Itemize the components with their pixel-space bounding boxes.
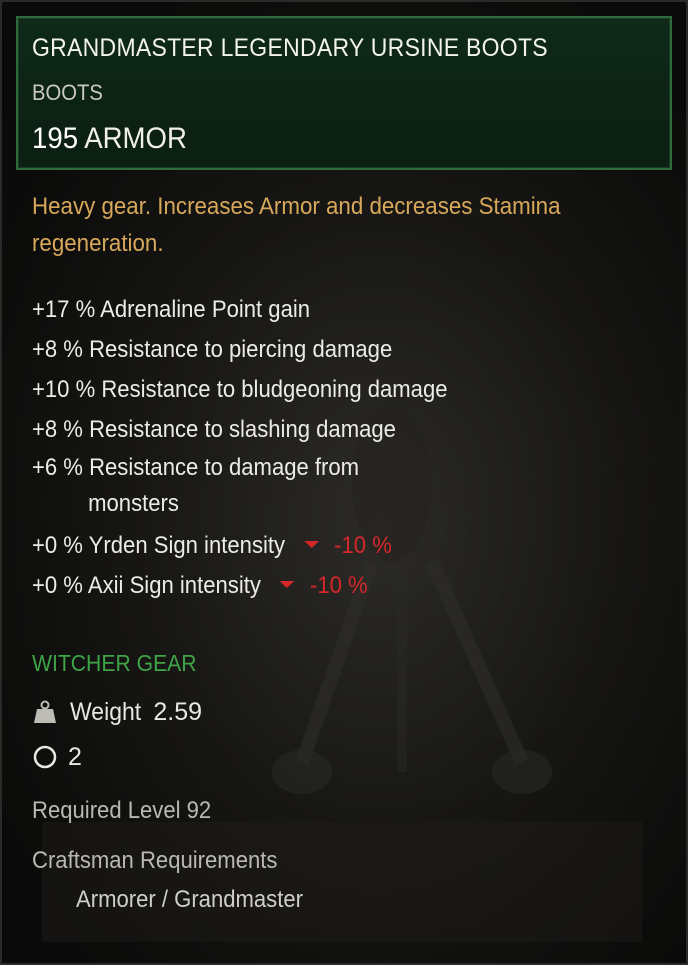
stat-row: +6 % Resistance to damage from monsters [32,450,418,526]
stat-value: +0 % [32,532,83,559]
armor-value: 195 [32,122,79,155]
stat-row: +8 % Resistance to slashing damage [32,410,621,450]
decrease-arrow-icon [304,541,319,549]
stat-row: +8 % Resistance to piercing damage [32,330,621,370]
required-level: Required Level 92 [32,797,212,824]
item-tooltip: GRANDMASTER LEGENDARY URSINE BOOTS BOOTS… [0,0,688,965]
stat-label: Resistance to damage from [89,454,360,481]
stat-value: +0 % [32,572,83,599]
weight-row: Weight 2.59 [32,692,202,732]
rune-slots-row: 2 [32,737,82,777]
stat-label: Yrden Sign intensity [88,532,286,559]
stat-list: +17 % Adrenaline Point gain +8 % Resista… [32,290,672,606]
item-name: GRANDMASTER LEGENDARY URSINE BOOTS [32,34,548,62]
stat-delta: -10 % [309,572,368,599]
craftsman-requirements-label: Craftsman Requirements [32,847,278,874]
stat-value: +17 % [32,296,96,323]
stat-label: Adrenaline Point gain [100,296,311,323]
decrease-arrow-icon [279,581,295,589]
stat-label: Axii Sign intensity [87,572,261,599]
rune-slots-count: 2 [68,742,82,771]
gear-category: WITCHER GEAR [32,650,197,676]
item-header: GRANDMASTER LEGENDARY URSINE BOOTS BOOTS… [16,16,672,170]
stat-value: +8 % [32,416,83,443]
stat-label: Resistance to bludgeoning damage [101,376,448,403]
stat-row: +0 % Axii Sign intensity -10 % [32,566,621,606]
stat-row: +17 % Adrenaline Point gain [32,290,621,330]
stat-value: +8 % [32,336,83,363]
weight-value: 2.59 [153,697,203,726]
stat-value: +10 % [32,376,96,403]
stat-label: Resistance to piercing damage [89,336,393,363]
stat-row: +0 % Yrden Sign intensity -10 % [32,526,621,566]
stat-delta: -10 % [334,532,392,559]
rune-slot-icon [33,745,57,769]
stat-value: +6 % [32,454,83,481]
item-type: BOOTS [32,80,103,105]
stat-label-continued: monsters [88,490,179,517]
armor-label: ARMOR [84,122,187,155]
weight-label: Weight [70,697,142,726]
craftsman-requirements-value: Armorer / Grandmaster [76,886,303,913]
armor-stat: 195 ARMOR [32,122,187,156]
weight-icon [34,700,56,723]
stat-label: Resistance to slashing damage [89,416,396,443]
stat-row: +10 % Resistance to bludgeoning damage [32,370,621,410]
item-description: Heavy gear. Increases Armor and decrease… [32,193,561,257]
